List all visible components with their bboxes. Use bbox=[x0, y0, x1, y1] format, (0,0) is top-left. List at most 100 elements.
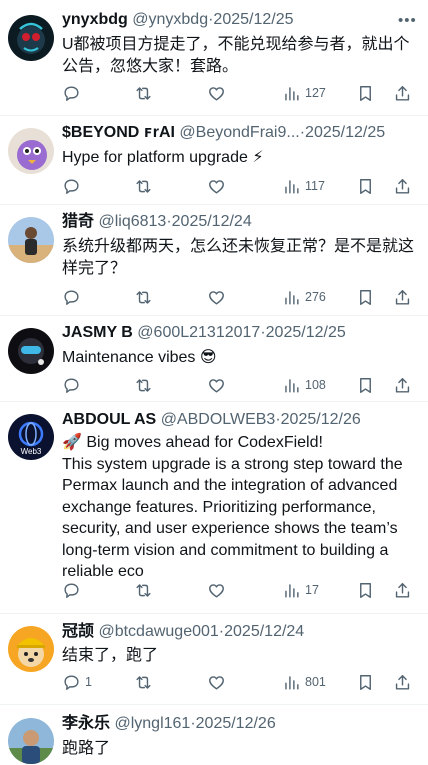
timestamp[interactable]: 2025/12/26 bbox=[196, 715, 276, 732]
repost-button[interactable] bbox=[134, 82, 157, 104]
display-name[interactable]: ABDOUL AS bbox=[62, 411, 156, 428]
display-name[interactable]: 猎奇 bbox=[62, 213, 94, 230]
tweet[interactable]: ynyxbdg @ynyxbdg·2025/12/25 ••• U都被项目方提走… bbox=[0, 0, 428, 116]
text-line: exchange features. Prioritizing performa… bbox=[62, 498, 376, 516]
display-name[interactable]: 李永乐 bbox=[62, 715, 110, 732]
repost-button[interactable] bbox=[134, 374, 157, 396]
bookmark-button[interactable] bbox=[356, 286, 375, 308]
views-button[interactable]: 127 bbox=[282, 82, 326, 104]
tweet-header: $BEYOND ꜰrAI @BeyondFrai9...·2025/12/25 bbox=[62, 123, 398, 143]
timestamp[interactable]: 2025/12/25 bbox=[305, 124, 385, 141]
share-button[interactable] bbox=[393, 286, 412, 308]
like-button[interactable] bbox=[207, 579, 230, 601]
like-button[interactable] bbox=[207, 82, 230, 104]
view-count: 117 bbox=[305, 179, 325, 193]
tweet-header: 冠颉 @btcdawuge001·2025/12/24 bbox=[62, 622, 398, 642]
share-button[interactable] bbox=[393, 579, 412, 601]
like-button[interactable] bbox=[207, 175, 230, 197]
tweet-header: ynyxbdg @ynyxbdg·2025/12/25 bbox=[62, 10, 398, 30]
avatar[interactable] bbox=[8, 328, 54, 374]
repost-button[interactable] bbox=[134, 286, 157, 308]
like-button[interactable] bbox=[207, 671, 230, 693]
reply-button[interactable] bbox=[62, 374, 85, 396]
reply-button[interactable]: 1 bbox=[62, 671, 92, 693]
bookmark-button[interactable] bbox=[356, 579, 375, 601]
tweet[interactable]: $BEYOND ꜰrAI @BeyondFrai9...·2025/12/25 … bbox=[0, 116, 428, 205]
avatar[interactable] bbox=[8, 718, 54, 764]
repost-button[interactable] bbox=[134, 579, 157, 601]
avatar[interactable] bbox=[8, 217, 54, 263]
handle[interactable]: @lyngl161 bbox=[114, 715, 190, 732]
repost-button[interactable] bbox=[134, 671, 157, 693]
bookmark-icon bbox=[360, 85, 371, 101]
timestamp[interactable]: 2025/12/25 bbox=[266, 324, 346, 341]
bookmark-button[interactable] bbox=[356, 671, 375, 693]
display-name[interactable]: 冠颉 bbox=[62, 623, 94, 640]
avatar[interactable] bbox=[8, 15, 54, 61]
share-icon bbox=[395, 178, 410, 194]
text-line: security, and user experience shows the … bbox=[62, 520, 398, 537]
tweet[interactable]: 冠颉 @btcdawuge001·2025/12/24 结束了，跑了 1 801 bbox=[0, 614, 428, 705]
tweet[interactable]: 李永乐 @lyngl161·2025/12/26 跑路了 bbox=[0, 705, 428, 765]
share-icon bbox=[395, 377, 410, 393]
tweet-text: 跑路了 bbox=[62, 738, 414, 760]
text-line: Hype for platform upgrade ⚡ bbox=[62, 149, 264, 166]
more-icon[interactable]: ••• bbox=[398, 13, 416, 34]
handle[interactable]: @ynyxbdg bbox=[132, 11, 208, 28]
bookmark-button[interactable] bbox=[356, 374, 375, 396]
views-button[interactable]: 108 bbox=[282, 374, 326, 396]
handle[interactable]: @btcdawuge001 bbox=[98, 623, 218, 640]
views-button[interactable]: 117 bbox=[282, 175, 325, 197]
views-button[interactable]: 801 bbox=[282, 671, 326, 693]
views-icon bbox=[285, 290, 299, 305]
reply-button[interactable] bbox=[62, 82, 85, 104]
display-name[interactable]: $BEYOND ꜰrAI bbox=[62, 124, 175, 141]
timestamp[interactable]: 2025/12/26 bbox=[281, 411, 361, 428]
reply-button[interactable] bbox=[62, 175, 85, 197]
view-count: 108 bbox=[305, 378, 326, 392]
text-line: 样完了？ bbox=[62, 259, 127, 277]
views-icon bbox=[285, 378, 299, 393]
share-button[interactable] bbox=[393, 374, 412, 396]
bookmark-icon bbox=[360, 178, 371, 194]
timestamp[interactable]: 2025/12/25 bbox=[213, 11, 293, 28]
display-name[interactable]: JASMY B bbox=[62, 324, 133, 341]
like-button[interactable] bbox=[207, 374, 230, 396]
handle[interactable]: @liq6813 bbox=[98, 213, 166, 230]
text-line: 结束了，跑了 bbox=[62, 647, 159, 664]
tweet[interactable]: JASMY B @600L21312017·2025/12/25 Mainten… bbox=[0, 316, 428, 402]
tweet[interactable]: Web3 ABDOUL AS @ABDOLWEB3·2025/12/26 🚀 B… bbox=[0, 402, 428, 614]
display-name[interactable]: ynyxbdg bbox=[62, 11, 128, 28]
share-icon bbox=[395, 85, 410, 101]
views-button[interactable]: 276 bbox=[282, 286, 326, 308]
handle[interactable]: @600L21312017 bbox=[137, 324, 260, 341]
text-line: 跑路了 bbox=[62, 740, 111, 757]
bookmark-button[interactable] bbox=[356, 175, 375, 197]
reply-button[interactable] bbox=[62, 579, 85, 601]
reply-icon bbox=[64, 178, 79, 194]
tweet[interactable]: 猎奇 @liq6813·2025/12/24 系统升级都两天，怎么还未恢复正常？… bbox=[0, 205, 428, 316]
timestamp[interactable]: 2025/12/24 bbox=[224, 623, 304, 640]
reply-button[interactable] bbox=[62, 286, 85, 308]
timestamp[interactable]: 2025/12/24 bbox=[172, 213, 252, 230]
bookmark-button[interactable] bbox=[356, 82, 375, 104]
repost-button[interactable] bbox=[134, 175, 157, 197]
share-button[interactable] bbox=[393, 175, 412, 197]
views-icon bbox=[285, 583, 299, 598]
text-line: 系统升级都两天，怎么还未恢复正常？是不是就这 bbox=[62, 238, 415, 255]
like-icon bbox=[209, 583, 224, 598]
avatar[interactable] bbox=[8, 626, 54, 672]
share-button[interactable] bbox=[393, 82, 412, 104]
handle[interactable]: @BeyondFrai9... bbox=[179, 124, 299, 141]
handle[interactable]: @ABDOLWEB3 bbox=[161, 411, 276, 428]
avatar[interactable]: Web3 bbox=[8, 414, 54, 460]
tweet-text: 系统升级都两天，怎么还未恢复正常？是不是就这 样完了？ bbox=[62, 236, 414, 279]
like-button[interactable] bbox=[207, 286, 230, 308]
avatar[interactable] bbox=[8, 128, 54, 174]
share-icon bbox=[395, 582, 410, 598]
reply-count: 1 bbox=[85, 675, 92, 689]
views-button[interactable]: 17 bbox=[282, 579, 319, 601]
bookmark-icon bbox=[360, 674, 371, 690]
share-button[interactable] bbox=[393, 671, 412, 693]
action-bar: 276 bbox=[62, 286, 414, 308]
